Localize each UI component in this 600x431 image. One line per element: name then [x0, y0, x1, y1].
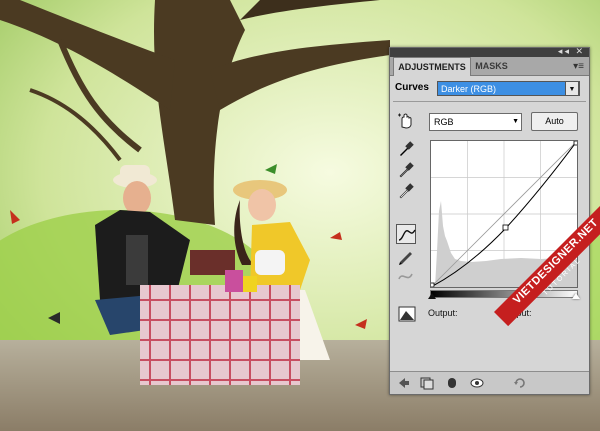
- panel-title-bar[interactable]: ◂◂ ✕: [390, 46, 589, 57]
- divider: [393, 101, 586, 102]
- curve-tool-icon[interactable]: [396, 224, 416, 244]
- pencil-icon[interactable]: [396, 246, 416, 266]
- eye-icon[interactable]: [470, 376, 484, 390]
- output-label: Output:: [428, 308, 458, 318]
- gray-eyedropper-icon[interactable]: [396, 160, 416, 180]
- collapse-close-icons[interactable]: ◂◂ ✕: [558, 46, 585, 57]
- curves-label: Curves: [395, 82, 429, 93]
- white-eyedropper-icon[interactable]: [396, 181, 416, 201]
- auto-button[interactable]: Auto: [531, 112, 578, 131]
- tab-masks[interactable]: MASKS: [470, 57, 513, 75]
- hand-adjust-icon[interactable]: [396, 111, 416, 131]
- preset-dropdown[interactable]: Darker (RGB) ▼: [437, 81, 580, 96]
- panel-tabs: ADJUSTMENTS MASKS ▾≡: [390, 57, 589, 76]
- preset-value: Darker (RGB): [441, 84, 497, 94]
- chevron-down-icon: ▼: [512, 118, 519, 125]
- clip-icon[interactable]: [445, 376, 459, 390]
- clipping-warning-icon[interactable]: [398, 306, 416, 322]
- channel-value: RGB: [434, 117, 454, 127]
- black-point-slider[interactable]: [428, 293, 436, 299]
- black-eyedropper-icon[interactable]: [396, 139, 416, 159]
- layer-view-icon[interactable]: [420, 376, 434, 390]
- panel-menu-icon[interactable]: ▾≡: [573, 61, 584, 72]
- smooth-icon[interactable]: [396, 266, 416, 286]
- reset-icon[interactable]: [513, 376, 527, 390]
- channel-select[interactable]: RGB ▼: [429, 113, 522, 131]
- chevron-down-icon[interactable]: ▼: [565, 81, 579, 96]
- tab-adjustments[interactable]: ADJUSTMENTS: [393, 57, 471, 76]
- back-arrow-icon[interactable]: [397, 376, 411, 390]
